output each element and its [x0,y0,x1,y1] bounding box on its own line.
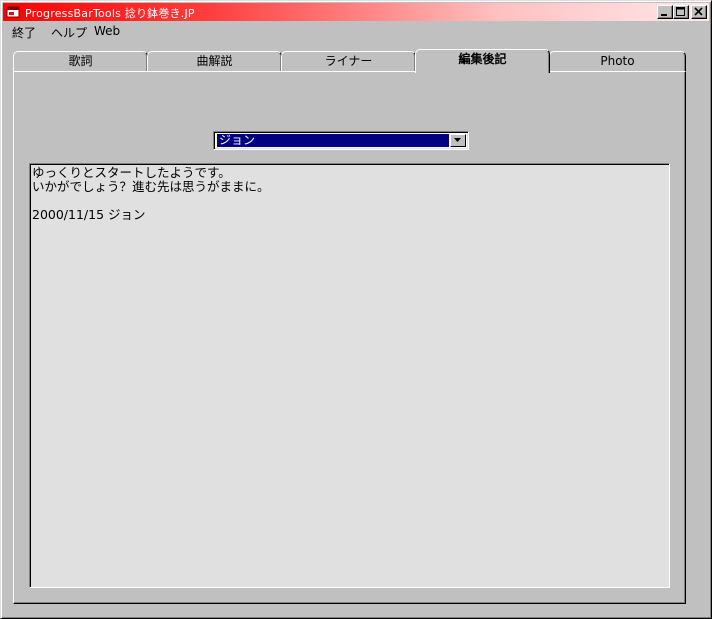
notes-line: ゆっくりとスタートしたようです。 [32,165,231,180]
tab-photo[interactable]: Photo [549,51,686,72]
notes-line: いかがでしょう？進む先は思うがままに。 [32,179,270,194]
app-window: ProgressBarTools 捻り鉢巻き.JP 終了 ヘルプ Web 歌詞 … [0,0,712,619]
menu-item-help[interactable]: ヘルプ [49,24,89,41]
notes-line [32,194,669,208]
chevron-down-icon [454,138,461,142]
window-title: ProgressBarTools 捻り鉢巻き.JP [25,7,195,20]
tab-editors-note[interactable]: 編集後記 [415,49,550,73]
tab-liner[interactable]: ライナー [281,51,416,72]
author-select-value: ジョン [216,133,450,148]
minimize-icon [661,14,667,16]
maximize-button[interactable] [673,5,689,19]
tab-lyrics[interactable]: 歌詞 [13,51,148,72]
app-icon[interactable] [6,5,20,19]
menu-bar: 終了 ヘルプ Web [3,22,709,40]
minimize-button[interactable] [657,5,673,19]
menu-item-exit[interactable]: 終了 [10,24,38,41]
close-icon [694,7,703,16]
notes-line: 2000/11/15 ジョン [32,207,146,222]
menu-item-web[interactable]: Web [92,24,122,38]
author-select-dropdown-button[interactable] [450,134,466,147]
tab-song-notes[interactable]: 曲解説 [147,51,282,72]
author-select[interactable]: ジョン [213,131,469,150]
notes-textarea[interactable]: ゆっくりとスタートしたようです。 いかがでしょう？進む先は思うがままに。 2000/… [29,163,670,588]
close-button[interactable] [691,5,707,19]
title-bar[interactable]: ProgressBarTools 捻り鉢巻き.JP [3,3,709,21]
maximize-icon [676,7,685,16]
